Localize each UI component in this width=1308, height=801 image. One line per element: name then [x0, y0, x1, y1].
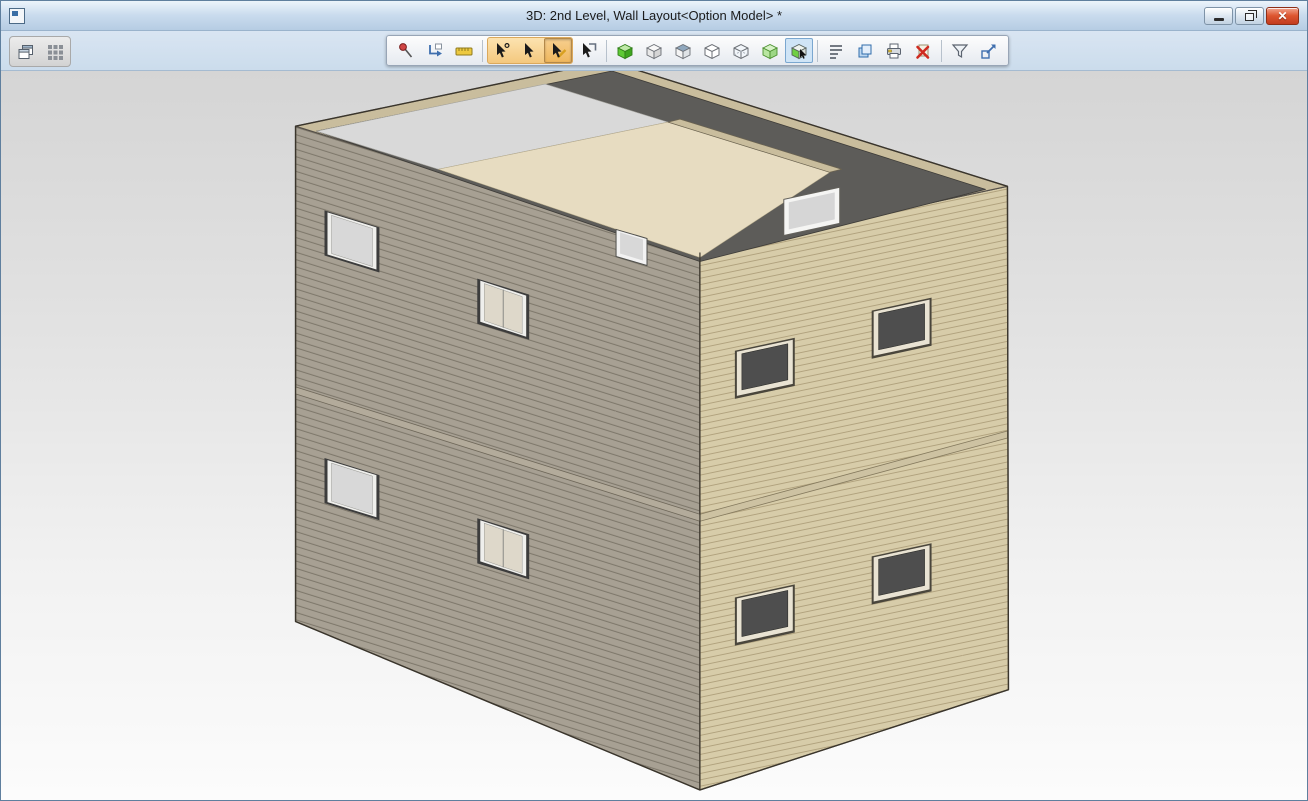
title-bar: 3D: 2nd Level, Wall Layout<Option Model>…	[1, 1, 1307, 31]
select-slope-icon	[548, 41, 568, 61]
export-view-icon	[979, 41, 999, 61]
close-icon: ✕	[1277, 10, 1287, 22]
toolbar-separator	[482, 40, 483, 62]
reference-move-icon	[425, 41, 445, 61]
cube-solid-green-button[interactable]	[611, 38, 639, 63]
window-title: 3D: 2nd Level, Wall Layout<Option Model>…	[1, 8, 1307, 23]
layers-button[interactable]	[851, 38, 879, 63]
annotations-list-icon	[826, 41, 846, 61]
tape-measure-button[interactable]	[450, 38, 478, 63]
view-toolbar	[386, 35, 1009, 66]
minimize-icon	[1214, 18, 1224, 21]
annotations-list-button[interactable]	[822, 38, 850, 63]
window-layout-toolbar	[9, 36, 71, 67]
restore-icon	[1245, 13, 1254, 21]
cube-shaded-top-icon	[673, 41, 693, 61]
pin-icon	[396, 41, 416, 61]
toolbar-strip	[1, 31, 1307, 71]
viewport-3d[interactable]	[1, 71, 1307, 800]
cube-shaded-top-button[interactable]	[669, 38, 697, 63]
cube-hidden-line-icon	[731, 41, 751, 61]
cube-white-icon	[644, 41, 664, 61]
reference-move-button[interactable]	[421, 38, 449, 63]
toolbar-separator	[941, 40, 942, 62]
window-controls: ✕	[1204, 7, 1299, 25]
window-system-icon[interactable]	[9, 8, 25, 24]
select-frame-button[interactable]	[574, 38, 602, 63]
minimize-button[interactable]	[1204, 7, 1233, 25]
delete-button[interactable]	[909, 38, 937, 63]
export-view-button[interactable]	[975, 38, 1003, 63]
pin-button[interactable]	[392, 38, 420, 63]
cube-select-button[interactable]	[785, 38, 813, 63]
print-icon	[884, 41, 904, 61]
grid-view-button[interactable]	[41, 39, 68, 64]
tile-windows-button[interactable]	[12, 39, 39, 64]
close-button[interactable]: ✕	[1266, 7, 1299, 25]
toolbar-separator	[606, 40, 607, 62]
filter-icon	[950, 41, 970, 61]
select-button[interactable]	[516, 38, 544, 63]
cube-glass-icon	[760, 41, 780, 61]
cube-select-icon	[789, 41, 809, 61]
filter-button[interactable]	[946, 38, 974, 63]
cube-white-button[interactable]	[640, 38, 668, 63]
cube-glass-button[interactable]	[756, 38, 784, 63]
select-slope-button[interactable]	[544, 38, 572, 63]
tile-windows-icon	[16, 42, 36, 62]
scene-svg	[1, 71, 1307, 800]
building-model	[296, 71, 1009, 790]
restore-button[interactable]	[1235, 7, 1264, 25]
select-tools-group	[487, 37, 573, 64]
select-icon	[520, 41, 540, 61]
select-frame-icon	[578, 41, 598, 61]
tape-measure-icon	[454, 41, 474, 61]
right-wall-siding-lines	[700, 186, 1009, 790]
cube-wireframe-button[interactable]	[698, 38, 726, 63]
cube-wireframe-icon	[702, 41, 722, 61]
cube-hidden-line-button[interactable]	[727, 38, 755, 63]
cube-solid-green-icon	[615, 41, 635, 61]
app-window: 3D: 2nd Level, Wall Layout<Option Model>…	[0, 0, 1308, 801]
grid-view-icon	[45, 42, 65, 62]
toolbar-separator	[817, 40, 818, 62]
print-button[interactable]	[880, 38, 908, 63]
select-angle-icon	[492, 41, 512, 61]
layers-icon	[855, 41, 875, 61]
select-angle-button[interactable]	[488, 38, 516, 63]
delete-icon	[913, 41, 933, 61]
